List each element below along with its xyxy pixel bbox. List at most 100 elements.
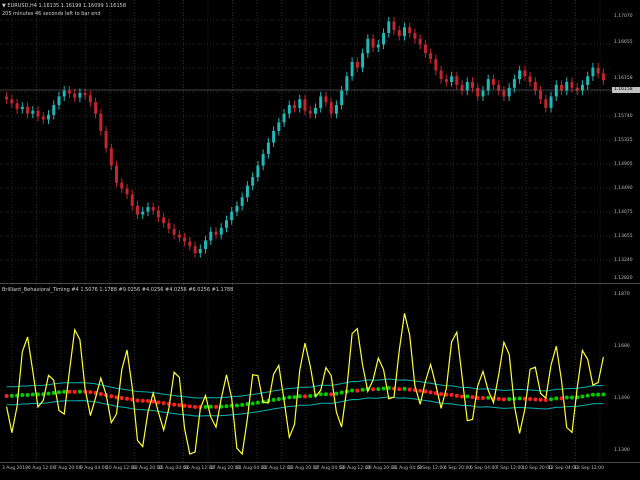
candle-body — [507, 87, 511, 97]
candle-body — [67, 90, 71, 94]
candlestick-chart[interactable] — [0, 0, 612, 283]
signal-dot — [454, 393, 459, 398]
price-pane[interactable]: ▼ EURUSD,H4 1.16135 1.16199 1.16099 1.16… — [0, 0, 612, 283]
candle-body — [130, 194, 134, 206]
indicator-title: Brilliant_Behavioral_Timing #4 1.5076 1.… — [2, 287, 234, 293]
signal-dot — [470, 395, 475, 400]
signal-dot — [407, 387, 412, 392]
indicator-pane[interactable]: Brilliant_Behavioral_Timing #4 1.5076 1.… — [0, 284, 612, 462]
mt4-chart-window: ▼ EURUSD,H4 1.16135 1.16199 1.16099 1.16… — [0, 0, 640, 480]
candle-body — [245, 185, 249, 198]
signal-dot — [98, 391, 103, 396]
candle-body — [78, 92, 82, 98]
time-tick-label: 9 Aug 04:00 — [80, 466, 108, 471]
indicator-scale[interactable]: 1.1870 1.1680 1.1490 1.1300 — [612, 284, 640, 462]
signal-dot — [402, 386, 407, 391]
candle-body — [230, 211, 234, 221]
candle-body — [486, 79, 490, 91]
candle-body — [554, 84, 558, 97]
current-price-marker: 1.16158 — [612, 87, 640, 93]
signal-dot — [161, 401, 166, 406]
candle-body — [544, 99, 548, 108]
signal-dot — [234, 403, 239, 408]
candle-body — [366, 38, 370, 54]
price-tick: 1.15740 — [614, 114, 633, 119]
candle-body — [418, 38, 422, 45]
candle-body — [324, 96, 328, 103]
candle-body — [146, 207, 150, 212]
candle-body — [26, 106, 30, 114]
candle-body — [115, 165, 119, 183]
signal-dot — [596, 392, 601, 397]
signal-dot — [56, 390, 61, 395]
signal-dot — [72, 389, 77, 394]
candle-body — [455, 76, 459, 85]
indicator-tick: 1.1870 — [614, 292, 630, 297]
signal-dot — [224, 404, 229, 409]
signal-dot — [62, 389, 67, 394]
signal-dot — [580, 394, 585, 399]
candle-body — [125, 188, 129, 195]
signal-dot — [208, 404, 213, 409]
candle-body — [156, 210, 160, 218]
candle-body — [298, 99, 302, 108]
signal-dot — [308, 394, 313, 399]
signal-dot — [182, 403, 187, 408]
signal-dot — [67, 389, 72, 394]
candle-body — [177, 234, 181, 238]
signal-dot — [119, 396, 124, 401]
candle-body — [20, 106, 24, 110]
candle-body — [219, 227, 223, 235]
time-tick-label: 3 Aug 2018 — [2, 466, 28, 471]
time-tick-label: 13 Sep 12:00 — [574, 466, 605, 471]
candle-body — [476, 87, 480, 97]
candle-body — [193, 246, 197, 254]
candle-body — [528, 76, 532, 83]
candle-body — [36, 110, 40, 117]
time-tick-label: 4 Sep 20:00 — [444, 466, 472, 471]
candle-body — [135, 205, 139, 215]
candle-body — [141, 211, 145, 215]
signal-dot — [381, 386, 386, 391]
price-tick: 1.14075 — [614, 210, 633, 215]
signal-dot — [109, 394, 114, 399]
signal-dot — [449, 392, 454, 397]
price-tick: 1.13655 — [614, 234, 633, 239]
candle-body — [94, 102, 98, 114]
signal-dot — [276, 397, 281, 402]
candle-body — [570, 82, 574, 88]
candle-body — [319, 96, 323, 108]
signal-dot — [250, 401, 255, 406]
signal-dot — [355, 388, 360, 393]
price-tick: 1.14490 — [614, 186, 633, 191]
candle-body — [99, 113, 103, 131]
signal-dot — [135, 398, 140, 403]
signal-dot — [20, 393, 25, 398]
signal-dot — [439, 392, 444, 397]
candle-body — [345, 76, 349, 91]
price-scale[interactable]: 1.17070 1.16655 1.16158 1.15740 1.15325 … — [612, 0, 640, 283]
candle-body — [120, 182, 124, 189]
signal-dot — [601, 392, 606, 397]
candle-body — [439, 70, 443, 80]
time-axis[interactable]: 3 Aug 2018 6 Aug 12:00 7 Aug 20:00 9 Aug 04… — [0, 463, 640, 480]
signal-dot — [585, 393, 590, 398]
candle-body — [235, 205, 239, 212]
indicator-chart[interactable] — [0, 284, 612, 462]
signal-dot — [418, 388, 423, 393]
candle-body — [293, 105, 297, 108]
signal-dot — [4, 393, 9, 398]
candle-body — [46, 114, 50, 120]
candle-body — [397, 30, 401, 36]
signal-dot — [350, 388, 355, 393]
signal-dot — [240, 402, 245, 407]
candle-body — [392, 21, 396, 31]
signal-dot — [564, 395, 569, 400]
signal-dot — [507, 397, 512, 402]
candle-body — [162, 217, 166, 224]
signal-dot — [339, 390, 344, 395]
candle-body — [109, 148, 113, 166]
signal-dot — [538, 397, 543, 402]
signal-dot — [297, 394, 302, 399]
candle-body — [434, 58, 438, 71]
